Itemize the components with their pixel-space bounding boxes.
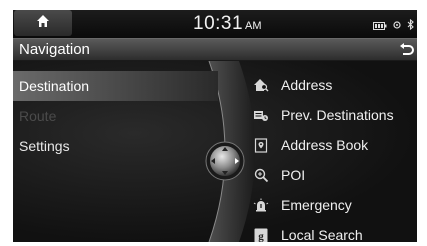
signal-icon	[392, 17, 402, 35]
jog-dial[interactable]	[205, 141, 245, 181]
clock: 10:31 AM	[193, 13, 262, 35]
home-icon	[36, 14, 50, 33]
menu-item-label: Settings	[19, 138, 70, 154]
menu-item-settings[interactable]: Settings	[13, 131, 218, 161]
menu-item-destination[interactable]: Destination	[13, 71, 218, 101]
clock-ampm: AM	[245, 20, 262, 32]
back-button[interactable]	[397, 42, 415, 58]
menu-item-label: Address Book	[281, 137, 369, 153]
house-search-icon	[253, 77, 269, 93]
menu-item-local-search[interactable]: g Local Search	[253, 220, 417, 242]
poi-search-icon	[253, 167, 269, 183]
svg-text:g: g	[258, 230, 264, 242]
google-icon: g	[253, 227, 269, 242]
menu-item-label: Address	[281, 77, 333, 93]
content-area: Destination Route Settings Address Prev.…	[13, 61, 417, 242]
emergency-icon	[253, 197, 269, 213]
status-icons	[373, 17, 415, 35]
menu-item-label: Emergency	[281, 197, 352, 213]
home-button[interactable]	[14, 10, 72, 36]
infotainment-screen: 10:31 AM Navigation Destination Route Se…	[13, 10, 417, 242]
menu-item-address-book[interactable]: Address Book	[253, 130, 417, 160]
clock-time: 10:31	[193, 13, 244, 34]
address-book-icon	[253, 137, 269, 153]
menu-item-label: POI	[281, 167, 306, 183]
right-menu: Address Prev. Destinations Address Book …	[253, 70, 417, 242]
left-menu: Destination Route Settings	[13, 71, 218, 161]
page-title: Navigation	[19, 41, 90, 58]
menu-item-prev-destinations[interactable]: Prev. Destinations	[253, 100, 417, 130]
menu-item-route: Route	[13, 101, 218, 131]
battery-icon	[373, 17, 387, 35]
menu-item-label: Prev. Destinations	[281, 107, 394, 123]
menu-item-address[interactable]: Address	[253, 70, 417, 100]
menu-item-label: Destination	[19, 78, 90, 94]
menu-item-poi[interactable]: POI	[253, 160, 417, 190]
back-arrow-icon	[397, 43, 415, 62]
bluetooth-icon	[407, 17, 415, 35]
status-bar: 10:31 AM	[13, 10, 417, 38]
menu-item-label: Local Search	[281, 227, 363, 242]
title-bar: Navigation	[13, 38, 417, 61]
menu-item-emergency[interactable]: Emergency	[253, 190, 417, 220]
menu-item-label: Route	[19, 108, 57, 124]
history-flag-icon	[253, 107, 269, 123]
